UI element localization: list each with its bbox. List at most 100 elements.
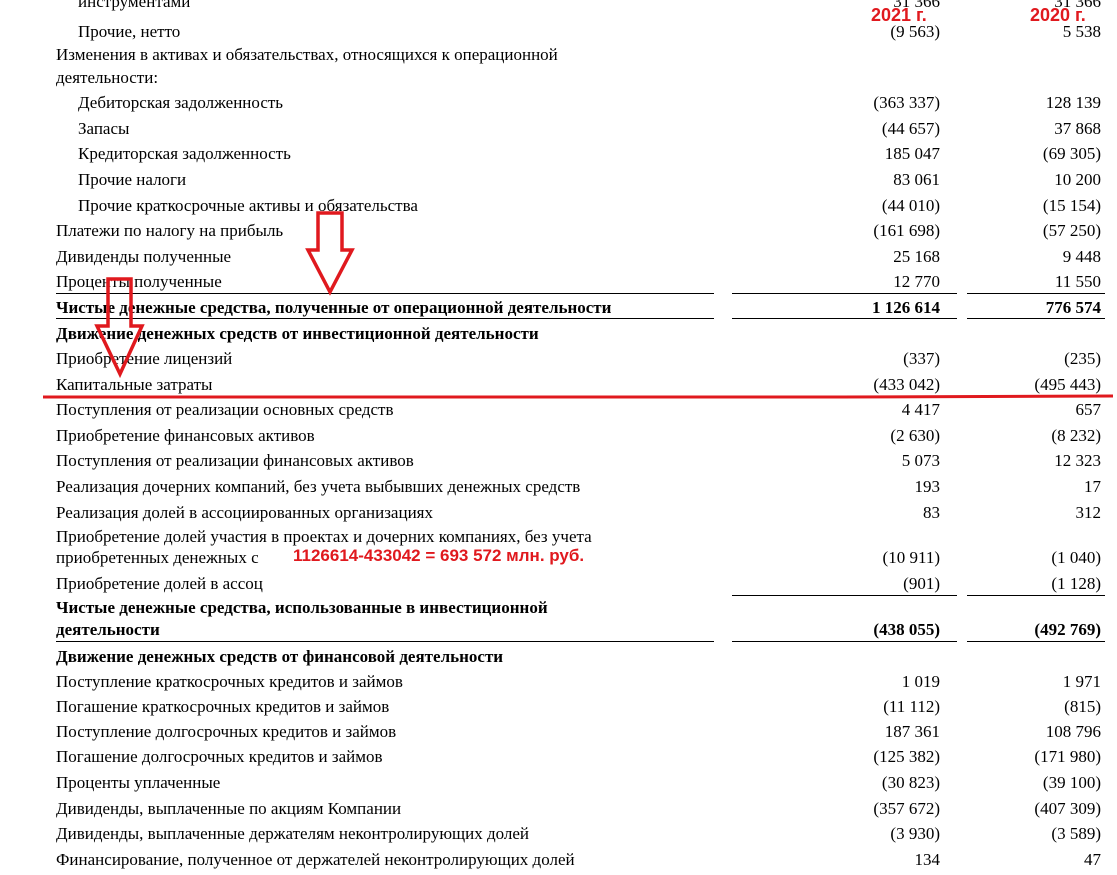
value-2021: 83 061: [893, 170, 940, 189]
table-row: Прочие, нетто (9 563) 5 538: [0, 22, 1117, 47]
row-label: Финансирование, полученное от держателей…: [56, 850, 575, 869]
table-row: Прочие краткосрочные активы и обязательс…: [0, 196, 1117, 221]
subtotal-rule: [967, 595, 1105, 596]
value-2020: (495 443): [1034, 375, 1101, 394]
value-2021: (44 010): [881, 196, 940, 215]
value-2021: 25 168: [893, 247, 940, 266]
row-label: Поступления от реализации основных средс…: [56, 400, 394, 419]
table-row: Реализация долей в ассоциированных орган…: [0, 503, 1117, 528]
table-row: Поступления от реализации основных средс…: [0, 400, 1117, 425]
value-2020: 47: [1084, 850, 1101, 869]
row-label: Реализация долей в ассоциированных орган…: [56, 503, 433, 522]
value-2020: (15 154): [1042, 196, 1101, 215]
row-label: Приобретение лицензий: [56, 349, 233, 368]
value-2020: (407 309): [1034, 799, 1101, 818]
section-heading: Движение денежных средств от финансовой …: [0, 647, 1117, 672]
subtotal-rule: [56, 293, 714, 294]
value-2021: (357 672): [873, 799, 940, 818]
subtotal-rule: [732, 641, 957, 642]
subtotal-rule: [967, 293, 1105, 294]
value-2021: (10 911): [882, 548, 940, 567]
row-label: Запасы: [78, 119, 130, 138]
value-2021: (125 382): [873, 747, 940, 766]
table-row-subtotal: Чистые денежные средства, полученные от …: [0, 298, 1117, 323]
value-2021: 193: [914, 477, 941, 496]
year-2020-label: 2020 г.: [1030, 5, 1086, 25]
value-2020: 17: [1084, 477, 1101, 496]
subtotal-rule: [967, 641, 1105, 642]
table-row: инструментами 31 366 31 366: [0, 0, 1117, 17]
table-row: Запасы (44 657) 37 868: [0, 119, 1117, 144]
value-2020: 657: [1075, 400, 1102, 419]
value-2020: (1 128): [1051, 574, 1101, 593]
row-label: инструментами: [78, 0, 191, 11]
row-label: Платежи по налогу на прибыль: [56, 221, 284, 240]
value-2020: 108 796: [1045, 722, 1101, 741]
value-2021: 1 126 614: [872, 298, 940, 317]
value-2021: (433 042): [873, 375, 940, 394]
row-label: Прочие, нетто: [78, 22, 181, 41]
table-row: Поступление краткосрочных кредитов и зай…: [0, 672, 1117, 697]
row-label: Приобретение финансовых активов: [56, 426, 315, 445]
value-2020: (39 100): [1042, 773, 1101, 792]
row-label: Дивиденды, выплаченные держателям неконт…: [56, 824, 530, 843]
value-2020: 11 550: [1054, 272, 1101, 291]
table-row: Платежи по налогу на прибыль (161 698) (…: [0, 221, 1117, 246]
row-label: Проценты уплаченные: [56, 773, 221, 792]
table-row: Проценты уплаченные (30 823) (39 100): [0, 773, 1117, 798]
row-label: Поступление краткосрочных кредитов и зай…: [56, 672, 403, 691]
row-label: Проценты полученные: [56, 272, 222, 291]
value-2021: 5 073: [901, 451, 940, 470]
table-row: Погашение краткосрочных кредитов и займо…: [0, 697, 1117, 722]
value-2021: (438 055): [873, 620, 940, 639]
value-2020: 37 868: [1054, 119, 1101, 138]
value-2021: (337): [903, 349, 940, 368]
value-2021: (44 657): [881, 119, 940, 138]
value-2021: (9 563): [890, 22, 940, 41]
value-2021: 1 019: [901, 672, 940, 691]
row-label: Чистые денежные средства, полученные от …: [56, 298, 612, 317]
table-row: деятельности:: [0, 68, 1117, 93]
value-2021: (901): [903, 574, 940, 593]
row-label: Погашение краткосрочных кредитов и займо…: [56, 697, 390, 716]
row-label: Дебиторская задолженность: [78, 93, 284, 112]
value-2020: (1 040): [1051, 548, 1101, 567]
value-2020: 776 574: [1045, 298, 1101, 317]
value-2020: (815): [1064, 697, 1101, 716]
row-label: Поступление долгосрочных кредитов и займ…: [56, 722, 397, 741]
value-2021: (363 337): [873, 93, 940, 112]
subtotal-rule: [56, 318, 714, 319]
table-row: Кредиторская задолженность 185 047 (69 3…: [0, 144, 1117, 169]
value-2021: 185 047: [884, 144, 940, 163]
row-label: Движение денежных средств от финансовой …: [56, 647, 504, 666]
section-heading: Движение денежных средств от инвестицион…: [0, 324, 1117, 349]
table-row: Прочие налоги 83 061 10 200: [0, 170, 1117, 195]
value-2021: 12 770: [893, 272, 940, 291]
value-2021: 83: [923, 503, 940, 522]
value-2021: 4 417: [901, 400, 940, 419]
table-row: Дивиденды, выплаченные по акциям Компани…: [0, 799, 1117, 824]
value-2021: (161 698): [873, 221, 940, 240]
value-2020: (3 589): [1051, 824, 1101, 843]
value-2020: (235): [1064, 349, 1101, 368]
calculation-annotation: 1126614-433042 = 693 572 млн. руб.: [293, 546, 587, 566]
year-2021-label: 2021 г.: [871, 5, 927, 25]
subtotal-rule: [56, 641, 714, 642]
table-row: Дивиденды полученные 25 168 9 448: [0, 247, 1117, 272]
value-2021: (2 630): [890, 426, 940, 445]
table-row: Изменения в активах и обязательствах, от…: [0, 45, 1117, 70]
row-label: Движение денежных средств от инвестицион…: [56, 324, 539, 343]
table-row: Приобретение финансовых активов (2 630) …: [0, 426, 1117, 451]
row-label: Чистые денежные средства, использованные…: [56, 598, 548, 617]
row-label: Погашение долгосрочных кредитов и займов: [56, 747, 383, 766]
table-row: Дивиденды, выплаченные держателям неконт…: [0, 824, 1117, 849]
table-row: Реализация дочерних компаний, без учета …: [0, 477, 1117, 502]
row-label: Прочие налоги: [78, 170, 187, 189]
value-2021: (3 930): [890, 824, 940, 843]
value-2021: (11 112): [883, 697, 940, 716]
row-label: Приобретение долей в ассоц: [56, 574, 263, 593]
value-2021: 187 361: [884, 722, 940, 741]
value-2020: 10 200: [1054, 170, 1101, 189]
subtotal-rule: [732, 293, 957, 294]
row-label: приобретенных денежных с: [56, 548, 259, 567]
